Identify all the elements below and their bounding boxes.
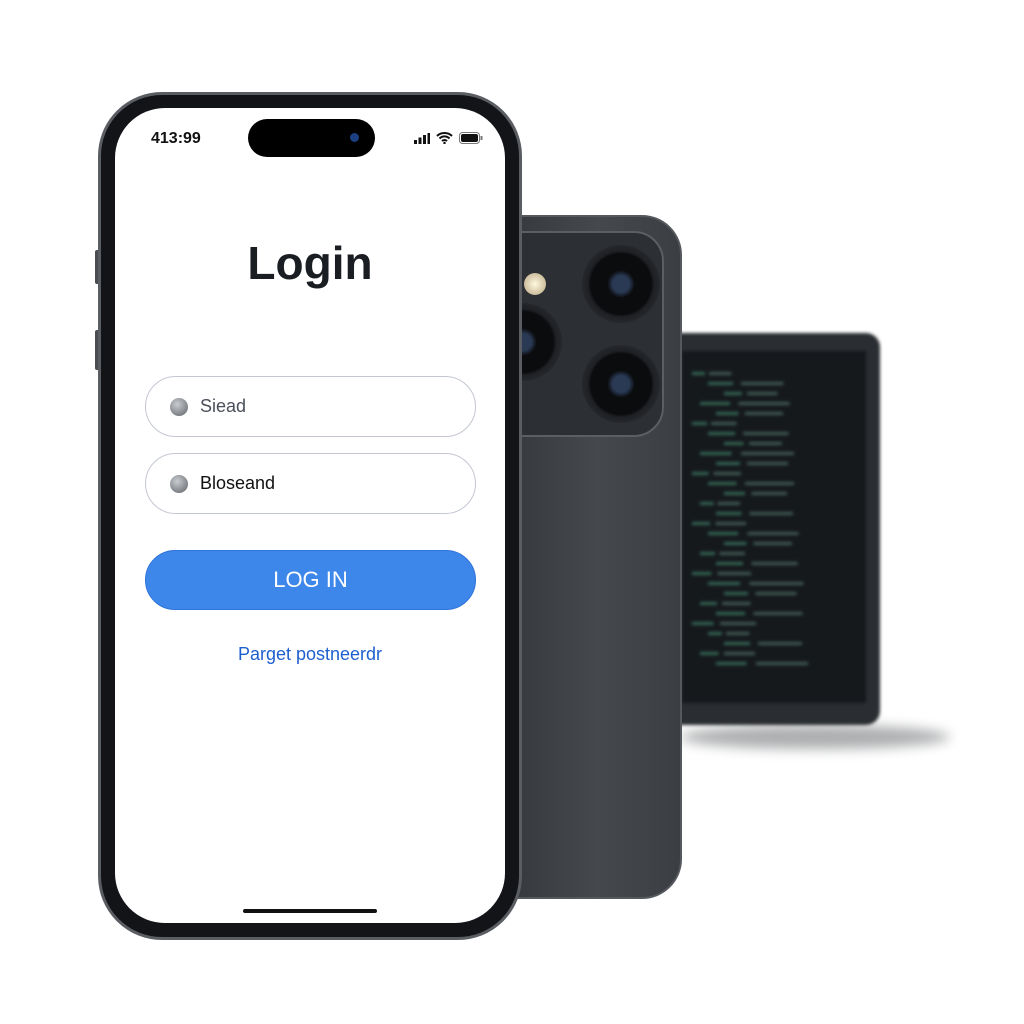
code-line	[708, 432, 843, 435]
code-line	[708, 582, 866, 585]
forgot-password-link[interactable]: Parget postneerdr	[115, 644, 505, 665]
code-line	[692, 622, 799, 625]
code-line	[700, 652, 792, 655]
password-field[interactable]: Bloseand	[145, 453, 476, 514]
code-line	[692, 572, 791, 575]
flash-icon	[524, 273, 546, 295]
code-line	[716, 412, 828, 415]
code-line	[708, 632, 777, 635]
battery-icon	[459, 132, 483, 144]
signal-icon	[414, 132, 430, 144]
password-value: Bloseand	[200, 473, 276, 493]
code-line	[708, 482, 851, 485]
code-line	[700, 602, 784, 605]
code-line	[700, 552, 776, 555]
code-line	[692, 522, 783, 525]
code-line	[716, 462, 836, 465]
camera-lens-icon	[582, 345, 660, 423]
lock-icon	[170, 474, 188, 493]
home-indicator[interactable]	[243, 909, 377, 913]
code-line	[700, 402, 850, 405]
code-line	[700, 452, 858, 455]
code-line	[724, 392, 813, 395]
code-line	[716, 512, 844, 515]
code-line	[724, 642, 854, 645]
code-line	[692, 472, 774, 475]
status-icons	[414, 132, 483, 144]
login-button[interactable]: LOG IN	[145, 550, 476, 610]
code-line	[724, 592, 846, 595]
status-time: 413:99	[151, 130, 201, 147]
user-icon	[170, 397, 188, 416]
laptop-shadow	[680, 725, 950, 749]
code-line	[708, 382, 835, 385]
code-line	[716, 612, 861, 615]
phone-front: 413:99 Login Siead Bloseand LOG IN Parge…	[98, 92, 522, 940]
camera-lens-icon	[582, 245, 660, 323]
code-line	[692, 422, 766, 425]
code-line	[716, 562, 853, 565]
code-line	[724, 542, 838, 545]
login-screen: 413:99 Login Siead Bloseand LOG IN Parge…	[115, 108, 505, 923]
code-line	[724, 442, 821, 445]
laptop-background	[660, 333, 880, 725]
username-value: Siead	[200, 396, 247, 416]
front-camera-icon	[350, 133, 359, 142]
code-line	[708, 532, 859, 535]
dynamic-island	[248, 119, 375, 157]
code-editor-screen	[682, 351, 866, 703]
code-line	[700, 502, 768, 505]
code-line	[692, 372, 758, 375]
code-line	[724, 492, 829, 495]
code-line	[716, 662, 866, 665]
page-title: Login	[247, 237, 373, 289]
username-field[interactable]: Siead	[145, 376, 476, 437]
wifi-icon	[436, 132, 453, 144]
